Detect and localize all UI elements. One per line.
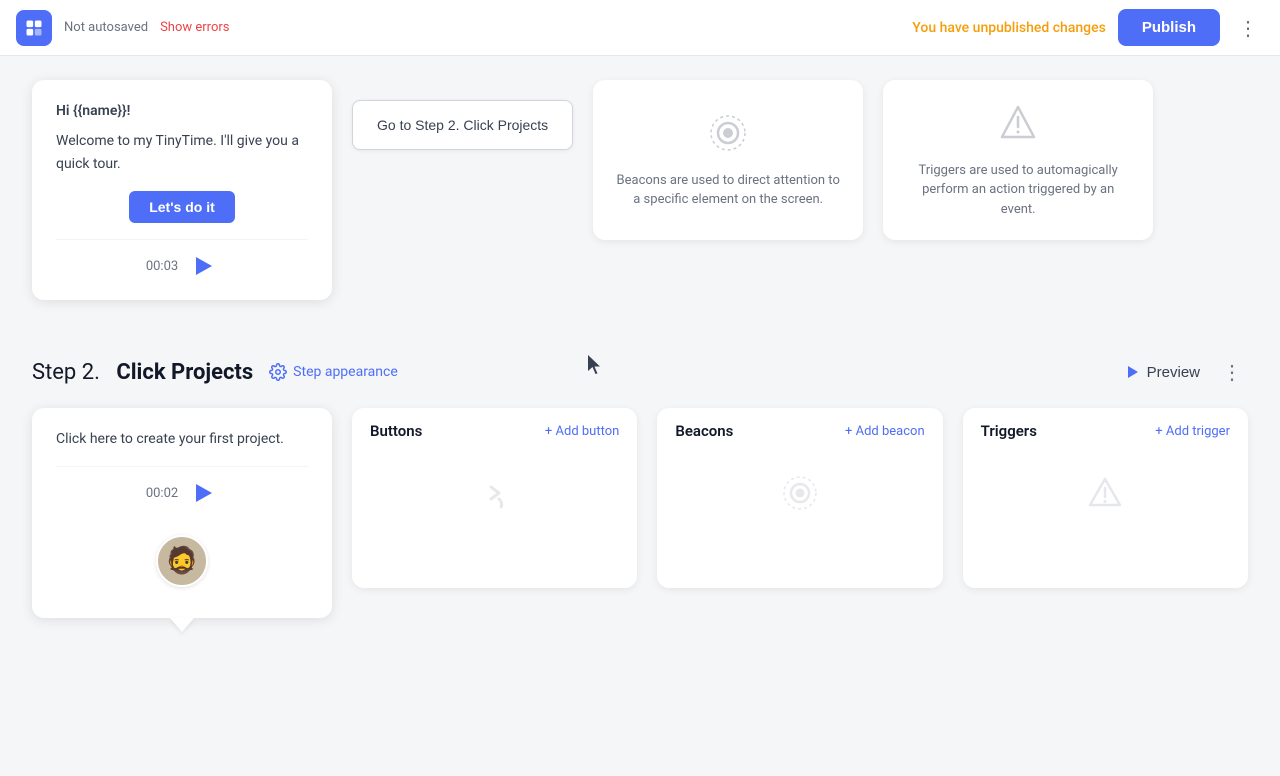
step2-actions: Preview ⋮: [1123, 356, 1248, 388]
avatar: 🧔: [156, 535, 208, 587]
step1-beacon-card: Beacons are used to direct attention to …: [593, 80, 863, 240]
gear-icon: [269, 363, 287, 381]
trigger-placeholder-icon: [1083, 471, 1127, 519]
topbar: Not autosaved Show errors You have unpub…: [0, 0, 1280, 56]
step2-number: Step 2.: [32, 360, 100, 385]
beacon-icon: [706, 111, 750, 159]
play-icon: [196, 257, 212, 275]
beacon-description: Beacons are used to direct attention to …: [613, 171, 843, 210]
triggers-section-title: Triggers: [981, 422, 1037, 440]
unpublished-notice: You have unpublished changes: [912, 20, 1106, 36]
buttons-section-card: Buttons + Add button: [352, 408, 637, 588]
beacons-section-body: [657, 450, 942, 550]
buttons-section-title: Buttons: [370, 422, 422, 440]
buttons-section-body: [352, 450, 637, 550]
step2-title: Step 2. Click Projects: [32, 360, 253, 385]
beacon-placeholder-icon: [778, 471, 822, 519]
step2-preview-button[interactable]: Preview: [1123, 363, 1200, 381]
step2-play-button[interactable]: [190, 479, 218, 507]
topbar-more-menu[interactable]: ⋮: [1232, 12, 1264, 44]
trigger-description: Triggers are used to automagically perfo…: [903, 161, 1133, 220]
step1-tooltip-card: Hi {{name}}! Welcome to my TinyTime. I'l…: [32, 80, 332, 300]
step2-more-menu[interactable]: ⋮: [1216, 356, 1248, 388]
step1-buttons-column: Go to Step 2. Click Projects: [352, 100, 573, 150]
button-placeholder-icon: [471, 469, 519, 521]
step1-greeting: Hi {{name}}!: [56, 100, 308, 122]
step1-footer: 00:03: [56, 239, 308, 280]
add-beacon-link[interactable]: + Add beacon: [845, 424, 925, 439]
autosave-status: Not autosaved: [64, 20, 148, 35]
step2-content: Click here to create your first project.…: [32, 408, 1248, 618]
step2-tooltip-body: Click here to create your first project.: [56, 428, 308, 450]
step1-tooltip-body: Hi {{name}}! Welcome to my TinyTime. I'l…: [56, 100, 308, 175]
add-trigger-link[interactable]: + Add trigger: [1155, 424, 1230, 439]
step-appearance-label: Step appearance: [293, 364, 398, 380]
triggers-section-header: Triggers + Add trigger: [963, 408, 1248, 450]
add-button-link[interactable]: + Add button: [545, 424, 619, 439]
show-errors-link[interactable]: Show errors: [160, 20, 229, 35]
step1-trigger-card: Triggers are used to automagically perfo…: [883, 80, 1153, 240]
beacons-section-header: Beacons + Add beacon: [657, 408, 942, 450]
triggers-section-body: [963, 450, 1248, 550]
buttons-section-header: Buttons + Add button: [352, 408, 637, 450]
step1-timer: 00:03: [146, 259, 178, 274]
step1-cta-button[interactable]: Let's do it: [129, 191, 235, 223]
avatar-area: 🧔: [56, 523, 308, 587]
step2-name: Click Projects: [116, 360, 253, 385]
step1-go-button[interactable]: Go to Step 2. Click Projects: [352, 100, 573, 150]
step2-footer: 00:02: [56, 466, 308, 507]
triggers-section-card: Triggers + Add trigger: [963, 408, 1248, 588]
tooltip-tail: [170, 618, 194, 632]
beacons-section-title: Beacons: [675, 422, 733, 440]
main-content: Hi {{name}}! Welcome to my TinyTime. I'l…: [0, 56, 1280, 720]
step-divider: [32, 324, 1248, 356]
step1-welcome-text: Welcome to my TinyTime. I'll give you a …: [56, 130, 308, 175]
step1-area: Hi {{name}}! Welcome to my TinyTime. I'l…: [32, 80, 1248, 300]
trigger-icon: [996, 101, 1040, 149]
play-icon-2: [196, 484, 212, 502]
step2-timer: 00:02: [146, 486, 178, 501]
step1-play-button[interactable]: [190, 252, 218, 280]
beacons-section-card: Beacons + Add beacon: [657, 408, 942, 588]
preview-label: Preview: [1147, 364, 1200, 381]
step-appearance-link[interactable]: Step appearance: [269, 363, 398, 381]
publish-button[interactable]: Publish: [1118, 9, 1220, 46]
step2-header: Step 2. Click Projects Step appearance P…: [32, 356, 1248, 388]
app-logo: [16, 10, 52, 46]
step2-tooltip-card: Click here to create your first project.…: [32, 408, 332, 618]
preview-play-icon: [1123, 363, 1141, 381]
